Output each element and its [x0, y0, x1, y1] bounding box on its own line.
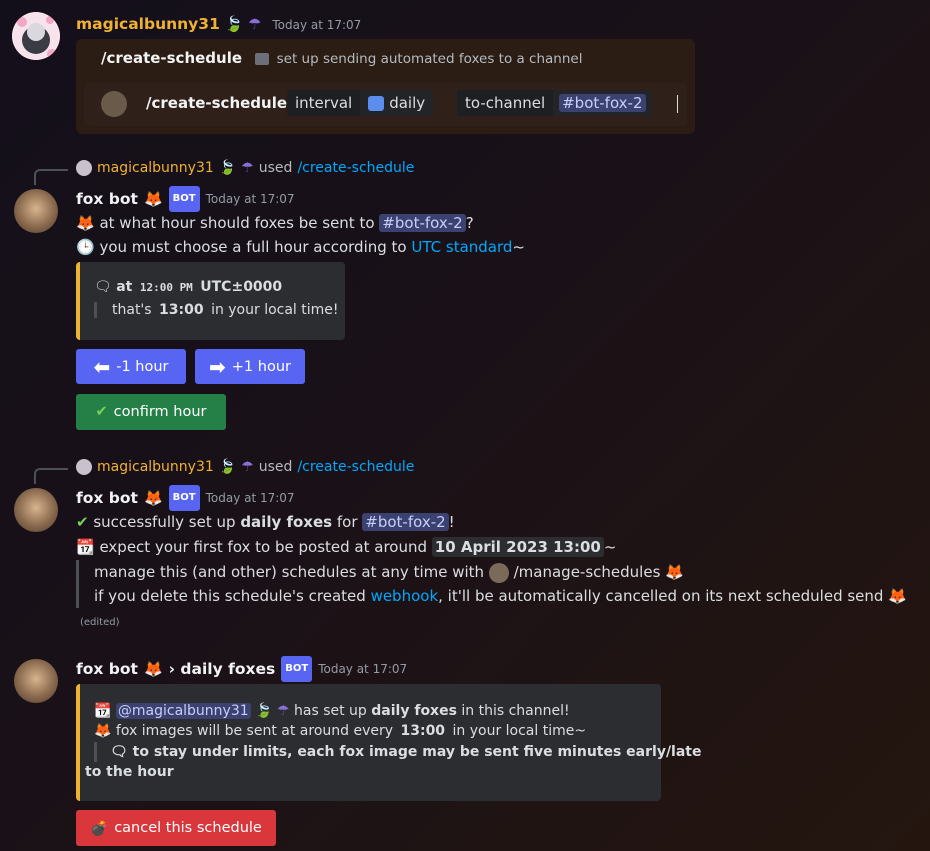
reply-context[interactable]: magicalbunny31 🍃 ☂ used /create-schedule	[76, 160, 414, 176]
edited-label: (edited)	[80, 617, 120, 628]
fox-sticker-icon: 🦊	[888, 587, 907, 605]
reply-connector	[34, 468, 68, 484]
timestamp: Today at 17:07	[205, 491, 295, 505]
command-description: set up sending automated foxes to a chan…	[276, 51, 583, 67]
username[interactable]: fox bot	[76, 187, 138, 211]
utc-link[interactable]: UTC standard	[411, 238, 512, 256]
slash-command-icon	[254, 52, 269, 65]
channel-mention[interactable]: #bot-fox-2	[379, 214, 466, 232]
umbrella-icon: ☂	[241, 160, 254, 176]
speech-bubble-icon: 🗨	[110, 744, 128, 760]
arrow-left-icon: ⬅	[93, 354, 111, 379]
channel-mention[interactable]: #bot-fox-2	[362, 513, 449, 531]
bot-avatar-small	[488, 562, 509, 583]
fox-bot-avatar[interactable]	[14, 189, 58, 233]
schedule-embed: 📆 @magicalbunny31 🍃 ☂ has set up daily f…	[76, 684, 702, 801]
fox-emoji-icon: 🦊	[143, 190, 163, 208]
clock-icon: 🕒	[76, 238, 95, 256]
check-icon: ✔	[95, 404, 108, 420]
fox-emoji-icon: 🦊	[143, 660, 163, 678]
bot-avatar-small	[101, 91, 127, 117]
bot-tag: BOT	[168, 485, 200, 511]
command-name[interactable]: /create-schedule	[101, 49, 242, 67]
username[interactable]: fox bot	[76, 657, 138, 681]
speech-bubble-icon: 🗨	[94, 279, 112, 295]
plus-hour-button[interactable]: ➡ +1 hour	[195, 349, 305, 384]
user-mention[interactable]: @magicalbunny31	[115, 703, 251, 719]
timestamp: Today at 17:07	[272, 18, 362, 32]
timestamp: Today at 17:07	[205, 192, 295, 206]
calendar-icon	[368, 95, 385, 111]
fox-emoji-icon: 🦊	[143, 489, 163, 507]
reply-connector	[34, 169, 68, 185]
calendar-icon: 📆	[76, 538, 95, 556]
magicalbunny31-avatar[interactable]	[12, 12, 60, 60]
check-icon: ✔	[76, 513, 89, 531]
umbrella-icon: ☂	[277, 703, 290, 719]
reply-context[interactable]: magicalbunny31 🍃 ☂ used /create-schedule	[76, 459, 414, 475]
bomb-icon: 💣	[90, 820, 109, 837]
cancel-schedule-button[interactable]: 💣 cancel this schedule	[76, 810, 276, 846]
fox-sticker-icon: 🦊	[665, 563, 684, 581]
username[interactable]: magicalbunny31	[76, 15, 220, 33]
umbrella-icon: ☂	[241, 459, 254, 475]
leaf-icon: 🍃	[224, 15, 244, 33]
bot-tag: BOT	[168, 186, 200, 212]
manage-schedules-command[interactable]: /manage-schedules	[514, 563, 661, 581]
fox-bot-avatar[interactable]	[14, 488, 58, 532]
username[interactable]: fox bot	[76, 486, 138, 510]
leaf-icon: 🍃	[218, 160, 237, 176]
option-to-channel[interactable]: to-channel #bot-fox-2	[457, 89, 652, 117]
confirm-hour-button[interactable]: ✔ confirm hour	[76, 394, 226, 430]
avatar-mini	[76, 160, 92, 176]
leaf-icon: 🍃	[255, 703, 273, 719]
leaf-icon: 🍃	[218, 459, 237, 475]
fox-emoji-icon: 🦊	[76, 214, 95, 232]
command-input-name: /create-schedule	[146, 94, 288, 112]
minus-hour-button[interactable]: ⬅ -1 hour	[76, 349, 186, 384]
umbrella-icon: ☂	[248, 15, 262, 33]
arrow-right-icon: ➡	[209, 354, 226, 379]
thread-name[interactable]: › daily foxes	[169, 657, 276, 681]
fox-bot-avatar[interactable]	[14, 659, 58, 703]
hour-embed: 🗨 at 12:00 PM UTC±0000 that's 13:00 in y…	[76, 262, 345, 340]
avatar-mini	[76, 459, 92, 475]
option-interval[interactable]: interval daily	[287, 89, 434, 117]
time-code: 12:00 PM	[136, 280, 196, 295]
webhook-link[interactable]: webhook	[371, 587, 439, 605]
text-cursor	[677, 95, 678, 113]
command-suggestion-box: /create-schedule set up sending automate…	[76, 39, 695, 134]
date-code: 10 April 2023 13:00	[431, 537, 604, 557]
timestamp: Today at 17:07	[318, 662, 408, 676]
fox-emoji-icon: 🦊	[94, 723, 112, 739]
calendar-icon: 📆	[94, 703, 112, 719]
blockquote: manage this (and other) schedules at any…	[76, 560, 907, 608]
command-input-bar[interactable]: /create-schedule interval daily to-chann…	[84, 83, 687, 126]
embed-blockquote: 🗨 to stay under limits, each fox image m…	[85, 742, 702, 780]
bot-tag: BOT	[281, 656, 313, 682]
